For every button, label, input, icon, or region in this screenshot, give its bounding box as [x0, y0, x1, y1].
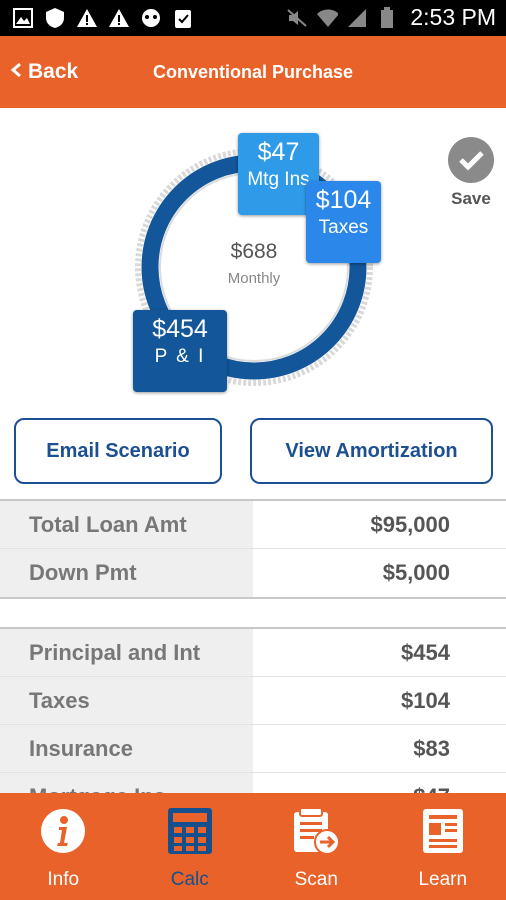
calculator-icon — [164, 805, 216, 857]
app-notification-icon — [140, 7, 162, 29]
nav-learn[interactable]: Learn — [380, 793, 506, 900]
notification-icons — [12, 7, 194, 29]
row-label: Principal and Int — [0, 629, 253, 676]
table-row: Insurance $83 — [0, 725, 506, 773]
back-button[interactable]: Back — [10, 36, 78, 108]
row-value: $83 — [253, 725, 506, 772]
row-label: Taxes — [0, 677, 253, 724]
battery-icon — [376, 6, 398, 29]
warning-icon — [76, 7, 98, 29]
status-bar: 2:53 PM — [0, 0, 506, 36]
loan-table: Total Loan Amt $95,000 Down Pmt $5,000 — [0, 499, 506, 599]
pi-label: P & I — [154, 346, 206, 367]
shield-icon — [44, 7, 66, 29]
nav-calc[interactable]: Calc — [127, 793, 254, 900]
row-value: $5,000 — [253, 549, 506, 597]
pi-amount: $454 — [152, 315, 208, 343]
row-value: $454 — [253, 629, 506, 676]
view-amortization-button[interactable]: View Amortization — [250, 418, 493, 484]
learn-icon — [417, 805, 469, 857]
row-label: Down Pmt — [0, 549, 253, 597]
app-header: Conventional Purchase Back — [0, 36, 506, 108]
nav-learn-label: Learn — [418, 869, 468, 890]
row-label: Total Loan Amt — [0, 501, 253, 548]
image-notification-icon — [12, 7, 34, 29]
checkmark-icon — [448, 137, 494, 183]
system-icons: 2:53 PM — [286, 4, 496, 31]
signal-icon — [346, 7, 368, 29]
wifi-icon — [316, 7, 339, 29]
mtg-ins-amount: $47 — [257, 138, 300, 166]
info-icon — [37, 805, 89, 857]
pi-bubble[interactable]: $454 P & I — [133, 310, 227, 392]
nav-info[interactable]: Info — [0, 793, 127, 900]
save-label: Save — [451, 189, 491, 208]
chevron-left-icon — [10, 61, 22, 84]
payment-table: Principal and Int $454 Taxes $104 Insura… — [0, 627, 506, 821]
table-row: Total Loan Amt $95,000 — [0, 501, 506, 549]
clipboard-check-icon — [172, 7, 194, 29]
taxes-amount: $104 — [315, 186, 372, 214]
back-label: Back — [28, 60, 79, 83]
taxes-label: Taxes — [318, 217, 369, 238]
nav-info-label: Info — [47, 869, 80, 890]
email-scenario-button[interactable]: Email Scenario — [14, 418, 222, 484]
table-row: Taxes $104 — [0, 677, 506, 725]
status-time: 2:53 PM — [410, 4, 496, 30]
row-value: $95,000 — [253, 501, 506, 548]
row-label: Insurance — [0, 725, 253, 772]
save-button[interactable]: Save — [445, 137, 497, 209]
monthly-amount: $688 — [230, 240, 278, 263]
taxes-bubble[interactable]: $104 Taxes — [306, 181, 381, 263]
nav-scan-label: Scan — [294, 869, 338, 890]
nav-scan[interactable]: Scan — [253, 793, 380, 900]
nav-calc-label: Calc — [170, 869, 209, 890]
bottom-navigation: Info Calc Scan Learn — [0, 793, 506, 900]
mute-icon — [286, 7, 308, 29]
monthly-label: Monthly — [227, 270, 281, 287]
table-row: Down Pmt $5,000 — [0, 549, 506, 597]
warning-icon-2 — [108, 7, 130, 29]
scan-icon — [290, 805, 342, 857]
row-value: $104 — [253, 677, 506, 724]
table-row: Principal and Int $454 — [0, 629, 506, 677]
